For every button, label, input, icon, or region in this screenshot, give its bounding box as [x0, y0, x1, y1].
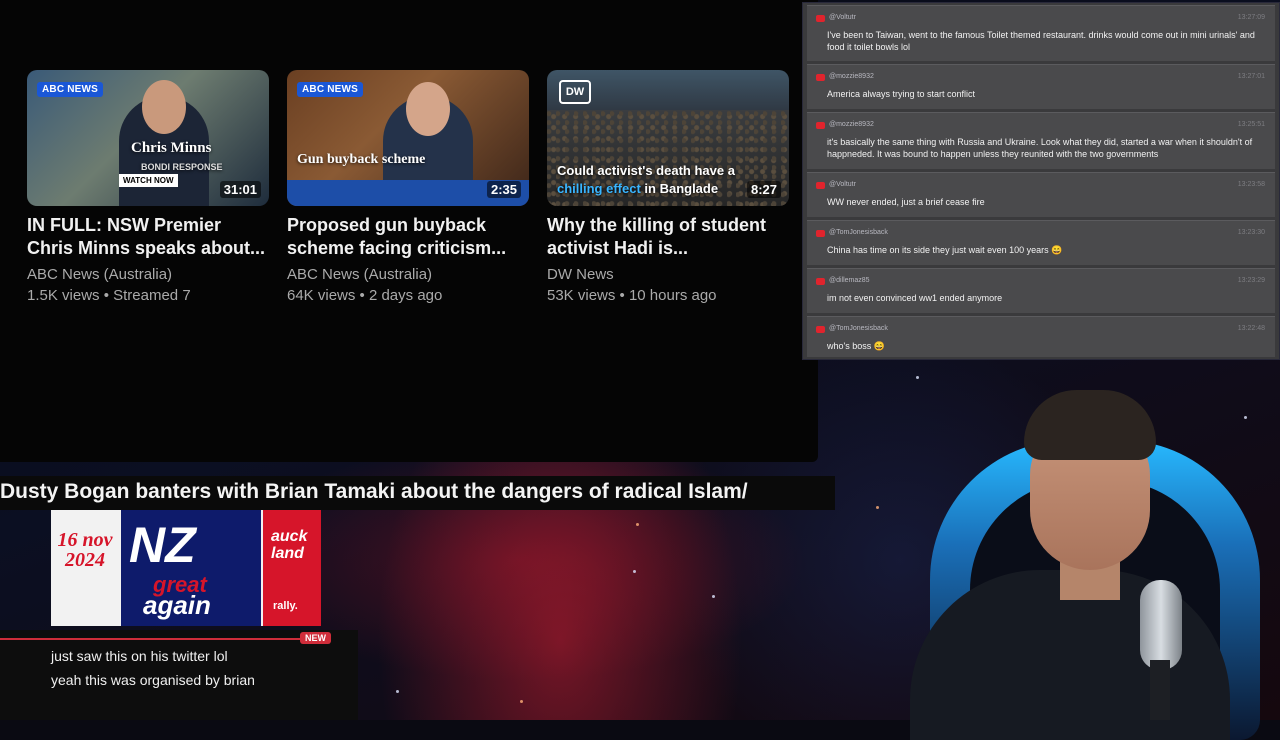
microphone-arm — [1150, 660, 1170, 720]
video-meta: 53K views • 10 hours ago — [547, 287, 717, 304]
video-thumbnail[interactable]: ABC NEWS Gun buyback scheme 2:35 — [287, 70, 529, 206]
chat-message: @mozzie8932 13:27:01 America always tryi… — [807, 64, 1275, 109]
thumbnail-caption: Could activist's death have a chilling e… — [557, 162, 735, 198]
youtube-icon — [816, 182, 825, 189]
chat-message: @dillemaz85 13:23:29 im not even convinc… — [807, 268, 1275, 313]
poster-city: auck land — [271, 528, 308, 562]
chat-text: im not even convinced ww1 ended anymore — [827, 293, 1003, 303]
chat-timestamp: 13:22:48 — [1237, 325, 1265, 332]
video-title[interactable]: Proposed gun buyback scheme facing criti… — [287, 214, 529, 260]
chat-username: @Voltutr — [829, 14, 856, 21]
abc-news-logo: ABC NEWS — [297, 82, 364, 97]
chat-text: China has time on its side they just wai… — [827, 245, 1063, 255]
thumbnail-head — [406, 82, 450, 136]
watch-now-label: WATCH NOW — [119, 174, 178, 187]
video-meta: 1.5K views • Streamed 7 — [27, 287, 191, 304]
chat-username: @dillemaz85 — [829, 277, 870, 284]
chat-timestamp: 13:23:30 — [1237, 229, 1265, 236]
caption-highlight: chilling effect — [557, 181, 641, 196]
star — [396, 690, 399, 693]
youtube-icon — [816, 15, 825, 22]
video-channel[interactable]: ABC News (Australia) — [287, 265, 529, 285]
chat-text: it's basically the same thing with Russi… — [827, 137, 1253, 159]
youtube-icon — [816, 74, 825, 81]
webcam-streamer — [850, 360, 1280, 740]
video-duration: 8:27 — [746, 181, 781, 198]
chat-text: I've been to Taiwan, went to the famous … — [827, 30, 1255, 52]
chat-message: @mozzie8932 13:25:51 it's basically the … — [807, 112, 1275, 169]
chat-username: @mozzie8932 — [829, 121, 874, 128]
youtube-icon — [816, 326, 825, 333]
video-channel[interactable]: DW News — [547, 265, 789, 285]
overlay-chat-line: just saw this on his twitter lol — [51, 648, 228, 664]
microphone-icon — [1140, 580, 1182, 670]
new-badge: NEW — [300, 632, 331, 644]
video-duration: 31:01 — [219, 181, 261, 198]
chat-timestamp: 13:23:29 — [1237, 277, 1265, 284]
video-card[interactable]: ABC NEWS Chris Minns BONDI RESPONSE WATC… — [27, 70, 269, 307]
chat-timestamp: 13:27:01 — [1237, 73, 1265, 80]
chat-message: @Voltutr 13:27:09 I've been to Taiwan, w… — [807, 5, 1275, 61]
chat-timestamp: 13:23:58 — [1237, 181, 1265, 188]
thumbnail-caption: Gun buyback scheme — [297, 152, 426, 167]
video-thumbnail[interactable]: ABC NEWS Chris Minns BONDI RESPONSE WATC… — [27, 70, 269, 206]
thumbnail-head — [142, 80, 186, 134]
star — [636, 523, 639, 526]
video-meta: 64K views • 2 days ago — [287, 287, 443, 304]
overlay-chat: NEW just saw this on his twitter lol yea… — [0, 630, 358, 720]
chat-username: @mozzie8932 — [829, 73, 874, 80]
chat-text: WW never ended, just a brief cease fire — [827, 197, 985, 207]
star — [633, 570, 636, 573]
chat-message: @Voltutr 13:23:58 WW never ended, just a… — [807, 172, 1275, 217]
streamer-hair — [1024, 390, 1156, 460]
youtube-icon — [816, 278, 825, 285]
caption-line-2: in Banglade — [640, 181, 719, 196]
youtube-icon — [816, 230, 825, 237]
star — [520, 700, 523, 703]
chat-username: @Voltutr — [829, 181, 856, 188]
video-card[interactable]: DW Could activist's death have a chillin… — [547, 70, 789, 307]
video-duration: 2:35 — [486, 181, 521, 198]
chat-message: @TomJonesisback 13:22:48 who's boss 😄 — [807, 316, 1275, 357]
video-thumbnail[interactable]: DW Could activist's death have a chillin… — [547, 70, 789, 206]
chat-username: @TomJonesisback — [829, 229, 888, 236]
star — [712, 595, 715, 598]
thumbnail-subcaption: BONDI RESPONSE — [141, 162, 223, 172]
thumbnail-caption: Chris Minns — [131, 140, 212, 156]
dw-logo: DW — [559, 80, 591, 104]
video-title[interactable]: Why the killing of student activist Hadi… — [547, 214, 789, 260]
video-title[interactable]: IN FULL: NSW Premier Chris Minns speaks … — [27, 214, 269, 260]
caption-line-1: Could activist's death have a — [557, 163, 735, 178]
new-messages-divider — [0, 638, 310, 640]
video-channel[interactable]: ABC News (Australia) — [27, 265, 269, 285]
rally-poster: 16 nov 2024 NZ great again auck land ral… — [51, 510, 321, 626]
poster-again: again — [143, 590, 211, 620]
youtube-video-panel: ABC NEWS Chris Minns BONDI RESPONSE WATC… — [0, 0, 818, 462]
youtube-icon — [816, 122, 825, 129]
chat-username: @TomJonesisback — [829, 325, 888, 332]
chat-text: America always trying to start conflict — [827, 89, 976, 99]
abc-news-logo: ABC NEWS — [37, 82, 104, 97]
chat-timestamp: 13:25:51 — [1237, 121, 1265, 128]
overlay-chat-line: yeah this was organised by brian — [51, 672, 255, 688]
video-card[interactable]: ABC NEWS Gun buyback scheme 2:35 Propose… — [287, 70, 529, 307]
chat-text: who's boss 😄 — [827, 341, 885, 351]
live-chat-panel: @Voltutr 13:27:09 I've been to Taiwan, w… — [802, 2, 1280, 360]
chat-message: @TomJonesisback 13:23:30 China has time … — [807, 220, 1275, 265]
stream-title-banner: Dusty Bogan banters with Brian Tamaki ab… — [0, 476, 835, 510]
poster-event: rally. — [273, 600, 298, 612]
poster-nz: NZ — [129, 517, 196, 573]
poster-date: 16 nov 2024 — [57, 529, 113, 571]
chat-timestamp: 13:27:09 — [1237, 14, 1265, 21]
